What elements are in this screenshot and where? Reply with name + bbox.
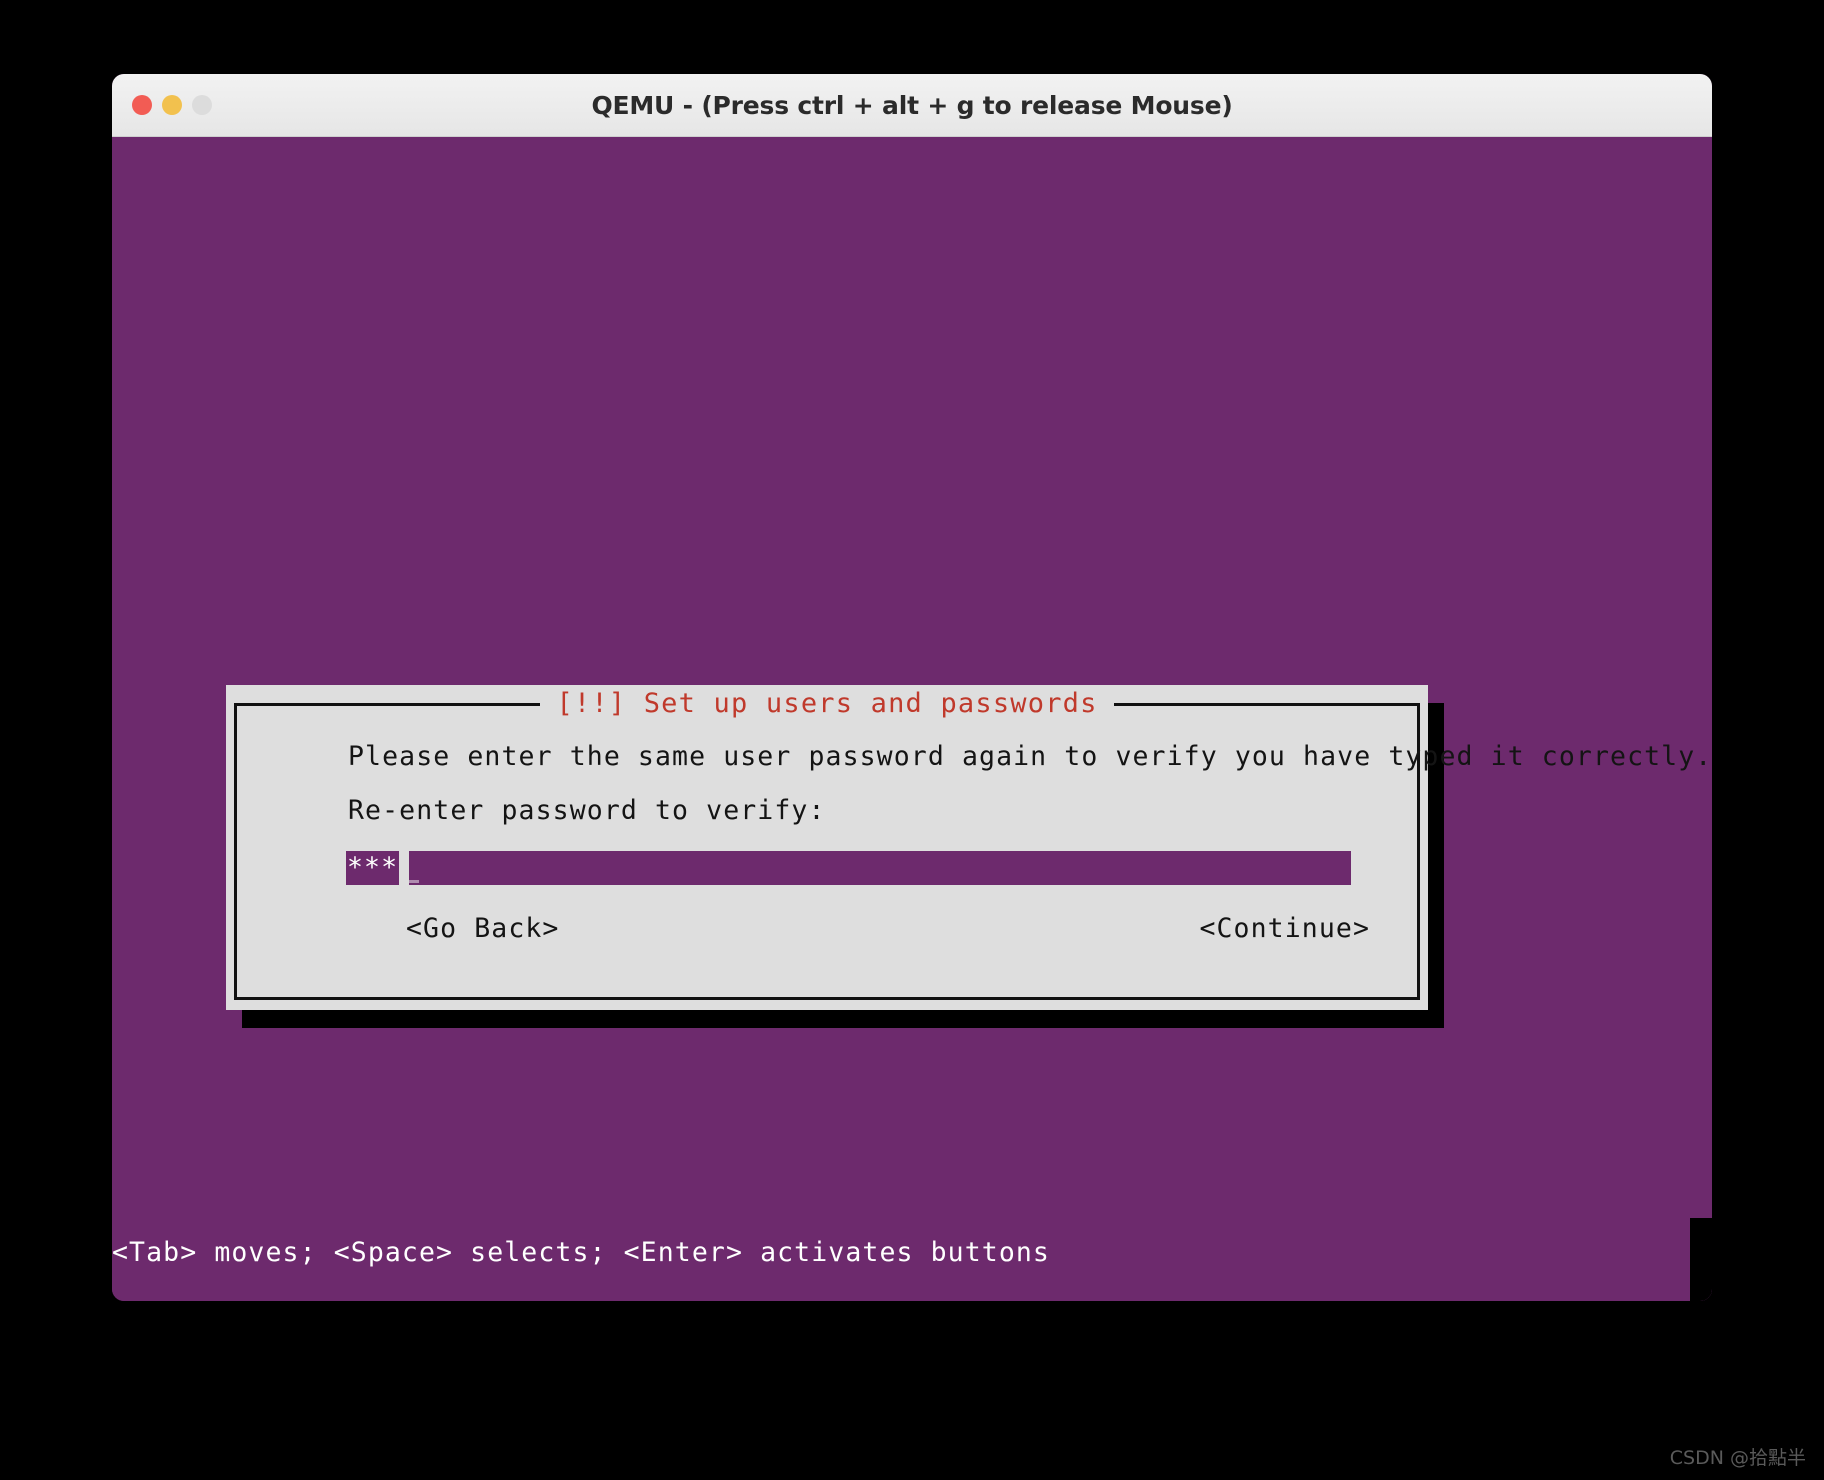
close-window-button[interactable]: [132, 95, 152, 115]
vm-screen: [!!] Set up users and passwords Please e…: [112, 137, 1712, 1301]
go-back-button[interactable]: <Go Back>: [406, 913, 560, 944]
window-controls: [132, 95, 212, 115]
installer-dialog: [!!] Set up users and passwords Please e…: [226, 685, 1711, 1010]
prompt-text: Please enter the same user password agai…: [348, 741, 1712, 772]
password-masked-value: ***: [346, 851, 400, 885]
minimize-window-button[interactable]: [162, 95, 182, 115]
screen-corner-notch: [1690, 1218, 1712, 1301]
helper-bar-text: <Tab> moves; <Space> selects; <Enter> ac…: [112, 1237, 1050, 1268]
window-title: QEMU - (Press ctrl + alt + g to release …: [591, 90, 1233, 120]
qemu-window: QEMU - (Press ctrl + alt + g to release …: [112, 74, 1712, 1301]
helper-bar: <Tab> moves; <Space> selects; <Enter> ac…: [112, 1236, 1712, 1270]
password-field-label: Re-enter password to verify:: [348, 795, 826, 826]
dialog-body: Please enter the same user password agai…: [226, 723, 1711, 1010]
password-field-dashes: ________________________________________…: [409, 856, 1351, 885]
window-titlebar: QEMU - (Press ctrl + alt + g to release …: [112, 74, 1712, 137]
zoom-window-button[interactable]: [192, 95, 212, 115]
continue-button[interactable]: <Continue>: [1199, 913, 1370, 944]
password-input[interactable]: *** ____________________________________…: [346, 851, 1351, 885]
dialog-button-row: <Go Back> <Continue>: [226, 913, 1428, 953]
watermark: CSDN @拾點半: [1669, 1447, 1806, 1469]
password-field-remainder: ________________________________________…: [409, 851, 1351, 885]
